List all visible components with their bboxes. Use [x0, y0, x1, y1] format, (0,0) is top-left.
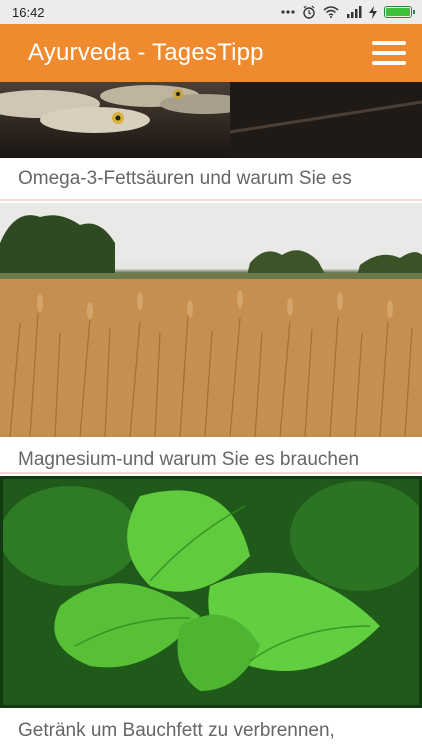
article-card[interactable]: Omega-3-Fettsäuren und warum Sie es [0, 82, 422, 200]
wifi-icon [323, 6, 339, 18]
article-title: Getränk um Bauchfett zu verbrennen, [18, 720, 335, 741]
article-image [0, 476, 422, 708]
status-icons [281, 5, 415, 19]
alarm-icon [302, 5, 316, 19]
article-feed: Omega-3-Fettsäuren und warum Sie es Magn… [0, 82, 422, 750]
article-image [0, 203, 422, 437]
article-card[interactable]: Magnesium-und warum Sie es brauchen [0, 203, 422, 473]
menu-button[interactable] [372, 38, 406, 68]
status-bar: 16:42 [0, 0, 422, 24]
battery-icon [384, 6, 415, 18]
signal-icon [346, 6, 362, 18]
divider [0, 472, 422, 474]
status-time: 16:42 [12, 4, 45, 20]
article-card[interactable]: Getränk um Bauchfett zu verbrennen, [0, 476, 422, 750]
hamburger-icon [372, 41, 406, 45]
app-bar: Ayurveda - TagesTipp [0, 24, 422, 82]
charging-icon [369, 5, 377, 19]
more-icon [281, 10, 295, 14]
app-title: Ayurveda - TagesTipp [28, 39, 264, 66]
divider [0, 199, 422, 201]
article-image [0, 82, 422, 158]
article-title: Magnesium-und warum Sie es brauchen [18, 449, 360, 470]
article-title: Omega-3-Fettsäuren und warum Sie es [18, 168, 352, 189]
